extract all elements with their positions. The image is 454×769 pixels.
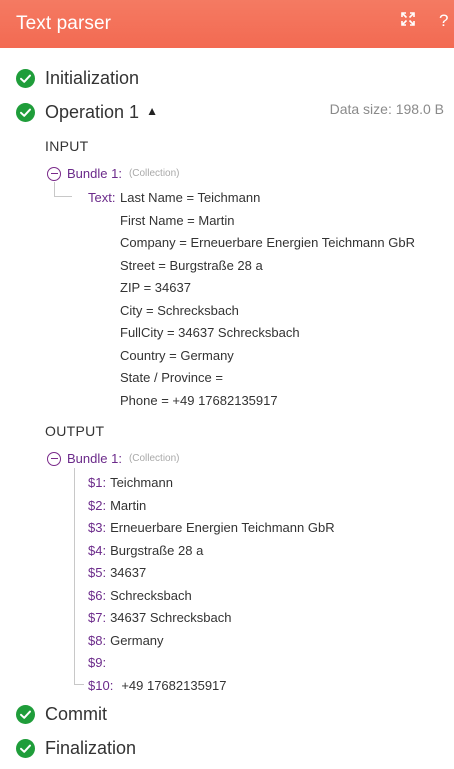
input-section-label: INPUT (45, 138, 89, 154)
output-key: $9: (88, 655, 107, 670)
panel-header: Text parser ? (0, 0, 454, 48)
output-key: $2: (88, 497, 107, 513)
check-circle-icon (16, 103, 35, 122)
output-key: $3: (88, 520, 107, 535)
input-text-line: Street = Burgstraße 28 a (120, 257, 263, 273)
output-key: $10: (88, 677, 114, 693)
output-row: $6: Schrecksbach (88, 588, 192, 603)
check-circle-icon (16, 705, 35, 724)
panel-title: Text parser (16, 13, 112, 34)
step-label: Commit (45, 704, 107, 724)
output-row: $8: Germany (88, 633, 164, 648)
input-text-line: FullCity = 34637 Schrecksbach (120, 325, 300, 340)
bundle-type: (Collection) (128, 453, 180, 464)
output-row: $1: Teichmann (88, 475, 173, 490)
tree-connector (54, 182, 72, 197)
step-label: Finalization (45, 738, 137, 758)
collapse-icon[interactable] (47, 166, 61, 181)
step-initialization[interactable]: Initialization (16, 68, 139, 89)
output-value: Schrecksbach (110, 587, 192, 603)
output-key: $6: (88, 587, 107, 603)
output-value: 34637 (110, 565, 147, 580)
step-commit[interactable]: Commit (16, 704, 107, 725)
input-text-line: City = Schrecksbach (120, 302, 239, 318)
bundle-type: (Collection) (128, 168, 180, 179)
step-finalization[interactable]: Finalization (16, 738, 136, 759)
output-row: $3: Erneuerbare Energien Teichmann GbR (88, 520, 335, 535)
expand-icon[interactable] (400, 11, 416, 32)
output-row: $9: (88, 655, 110, 670)
output-row: $7: 34637 Schrecksbach (88, 610, 232, 625)
output-row: $5: 34637 (88, 565, 146, 580)
collapse-icon[interactable] (47, 451, 61, 466)
caret-up-icon[interactable]: ▲ (146, 104, 158, 118)
input-text-line: ZIP = 34637 (120, 280, 191, 295)
bundle-label: Bundle 1: (67, 451, 122, 466)
output-value: 34637 Schrecksbach (110, 610, 232, 625)
check-circle-icon (16, 69, 35, 88)
output-value: Martin (110, 497, 147, 513)
input-text-line: First Name = Martin (120, 212, 235, 228)
data-size: Data size: 198.0 B (329, 101, 444, 117)
output-value: Burgstraße 28 a (110, 542, 204, 558)
output-row: $4: Burgstraße 28 a (88, 543, 203, 558)
output-key: $4: (88, 542, 107, 558)
step-operation-1[interactable]: Operation 1 ▲ (16, 102, 158, 123)
step-label: Initialization (45, 68, 140, 88)
output-bundle[interactable]: Bundle 1: (Collection) (47, 451, 180, 466)
input-text-line: Last Name = Teichmann (120, 190, 261, 205)
output-key: $1: (88, 475, 107, 490)
tree-connector (74, 468, 84, 685)
output-key: $7: (88, 610, 107, 625)
input-text-line: Phone = +49 17682135917 (120, 392, 278, 408)
output-section-label: OUTPUT (45, 423, 105, 439)
input-bundle[interactable]: Bundle 1: (Collection) (47, 166, 180, 181)
output-key: $8: (88, 632, 107, 648)
check-circle-icon (16, 739, 35, 758)
output-row: $10: +49 17682135917 (88, 678, 227, 693)
bundle-label: Bundle 1: (67, 166, 122, 181)
output-value: Erneuerbare Energien Teichmann GbR (110, 520, 335, 535)
input-text-line: Company = Erneuerbare Energien Teichmann… (120, 235, 415, 250)
output-value: Germany (110, 632, 164, 648)
output-row: $2: Martin (88, 498, 146, 513)
step-label: Operation 1 (45, 102, 140, 122)
help-button[interactable]: ? (439, 11, 448, 31)
input-text-line: Country = Germany (120, 347, 234, 363)
output-value: +49 17682135917 (121, 677, 227, 693)
input-text-line: State / Province = (120, 370, 223, 385)
output-key: $5: (88, 565, 107, 580)
output-value: Teichmann (110, 475, 173, 490)
input-text-key: Text: (88, 190, 116, 205)
